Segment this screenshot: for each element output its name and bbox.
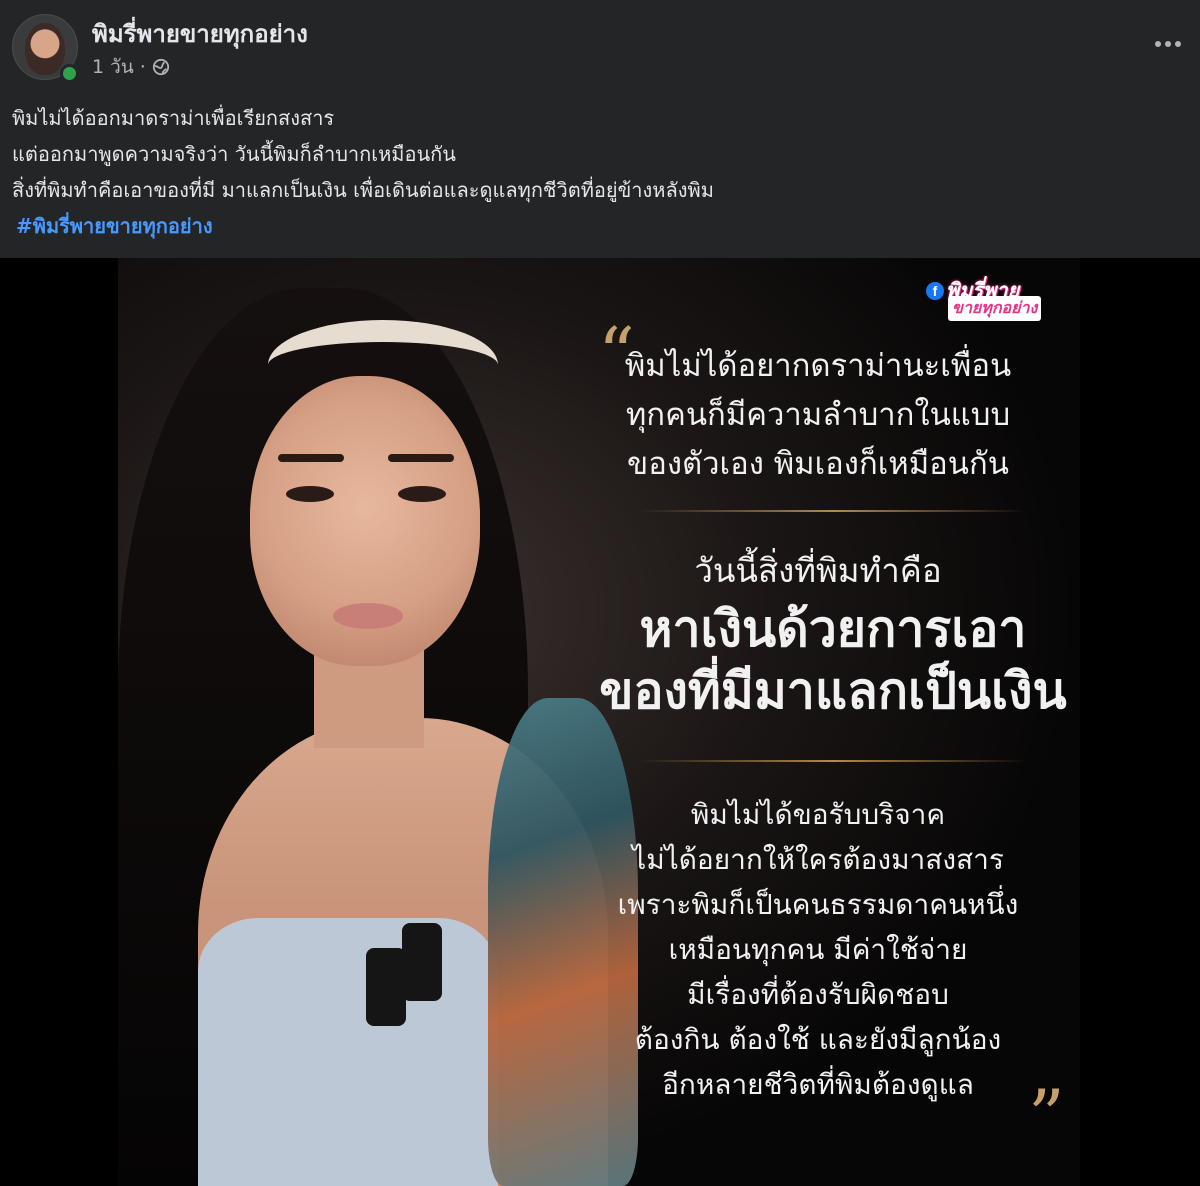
headline-small: วันนี้สิ่งที่พิมทำคือ xyxy=(694,551,942,590)
portrait-headband xyxy=(268,320,498,410)
portrait-brow xyxy=(278,454,344,462)
avatar-photo xyxy=(25,23,65,75)
body-line: เพราะพิมก็เป็นคนธรรมดาคนหนึ่ง xyxy=(617,888,1019,921)
more-options-dot xyxy=(1175,41,1181,47)
post-text: พิมไม่ได้ออกมาดราม่าเพื่อเรียกสงสาร แต่อ… xyxy=(12,100,1182,244)
body-line: พิมไม่ได้ขอรับบริจาค xyxy=(690,798,946,831)
more-options-button[interactable] xyxy=(1146,26,1190,62)
body-text: พิมไม่ได้ขอรับบริจาค ไม่ได้อยากให้ใครต้อ… xyxy=(588,792,1048,1107)
facebook-icon: f xyxy=(926,282,944,300)
body-line: ไม่ได้อยากให้ใครต้องมาสงสาร xyxy=(632,843,1004,876)
post-text-line: แต่ออกมาพูดความจริงว่า วันนี้พิมก็ลำบากเ… xyxy=(12,142,456,166)
brand-logo: f พิมรี่พาย ขายทุกอย่าง xyxy=(926,274,1066,321)
post-header: พิมรี่พายขายทุกอย่าง 1 วัน · พิมไม่ได้ออ… xyxy=(0,0,1200,258)
globe-icon[interactable] xyxy=(152,58,170,76)
quote-text: พิมไม่ได้อยากดราม่านะเพื่อน ทุกคนก็มีควา… xyxy=(588,342,1048,489)
poster-graphic: f พิมรี่พาย ขายทุกอย่าง “ พิมไม่ได้อยากด… xyxy=(118,258,1080,1186)
brand-logo-line2: ขายทุกอย่าง xyxy=(948,296,1042,321)
headline-big-line: ของที่มีมาแลกเป็นเงิน xyxy=(599,662,1067,720)
page-name-link[interactable]: พิมรี่พายขายทุกอย่าง xyxy=(92,14,308,53)
gold-divider xyxy=(638,510,1028,512)
meta-separator: · xyxy=(139,56,146,78)
portrait-eye xyxy=(286,486,334,502)
portrait-brow xyxy=(388,454,454,462)
post-time-link[interactable]: 1 วัน xyxy=(92,52,134,82)
post-image[interactable]: f พิมรี่พาย ขายทุกอย่าง “ พิมไม่ได้อยากด… xyxy=(0,258,1200,1186)
body-line: มีเรื่องที่ต้องรับผิดชอบ xyxy=(687,978,949,1011)
quote-close-icon: ” xyxy=(1028,1074,1065,1158)
body-line: เหมือนทุกคน มีค่าใช้จ่าย xyxy=(668,933,968,966)
post-meta: 1 วัน · xyxy=(92,52,170,82)
post-text-line: พิมไม่ได้ออกมาดราม่าเพื่อเรียกสงสาร xyxy=(12,106,335,130)
headline-big-line: หาเงินด้วยการเอา xyxy=(639,600,1027,658)
headline-big: หาเงินด้วยการเอา ของที่มีมาแลกเป็นเงิน xyxy=(588,598,1078,722)
portrait-tank-top xyxy=(198,918,498,1186)
gold-divider xyxy=(638,760,1028,762)
portrait-eye xyxy=(398,486,446,502)
post-text-line: สิ่งที่พิมทำคือเอาของที่มี มาแลกเป็นเงิน… xyxy=(12,178,714,202)
more-options-icon xyxy=(1155,41,1161,47)
hashtag-link[interactable]: #พิมรี่พายขายทุกอย่าง xyxy=(16,214,213,238)
quote-line: ทุกคนก็มีความลำบากในแบบ xyxy=(625,397,1011,433)
online-status-icon xyxy=(60,64,79,83)
microphone-icon xyxy=(366,948,406,1026)
body-line: อีกหลายชีวิตที่พิมต้องดูแล xyxy=(662,1068,974,1101)
microphone-icon xyxy=(402,923,442,1001)
body-line: ต้องกิน ต้องใช้ และยังมีลูกน้อง xyxy=(634,1023,1002,1056)
quote-line: พิมไม่ได้อยากดราม่านะเพื่อน xyxy=(624,348,1012,384)
more-options-dot xyxy=(1165,41,1171,47)
portrait-lips xyxy=(333,603,403,629)
quote-line: ของตัวเอง พิมเองก็เหมือนกัน xyxy=(627,446,1009,482)
